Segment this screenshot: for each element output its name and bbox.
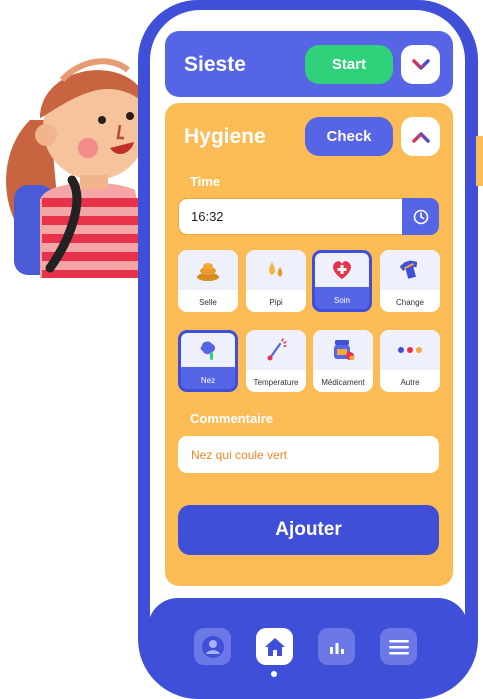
tile-nez[interactable]: Nez — [178, 330, 238, 392]
home-icon — [264, 637, 285, 656]
drops-icon — [269, 262, 283, 277]
chevron-up-icon — [411, 131, 430, 143]
tile-medicament[interactable]: Médicament — [313, 330, 373, 392]
tile-label: Temperature — [253, 378, 299, 387]
time-value: 16:32 — [191, 209, 224, 224]
tile-label: Change — [395, 298, 425, 307]
nav-stats[interactable] — [318, 628, 355, 665]
nav-profile[interactable] — [194, 628, 231, 665]
tile-selle[interactable]: Selle — [178, 250, 238, 312]
shirt-icon — [399, 260, 418, 279]
heart-cross-icon — [333, 261, 351, 279]
comment-value: Nez qui coule vert — [191, 447, 288, 462]
active-indicator — [271, 671, 277, 677]
tile-label: Nez — [200, 376, 216, 385]
start-button[interactable]: Start — [305, 45, 393, 84]
tile-change[interactable]: Change — [380, 250, 440, 312]
time-input[interactable]: 16:32 — [178, 198, 438, 235]
tile-temperature[interactable]: Temperature — [246, 330, 306, 392]
tile-label: Soin — [333, 296, 350, 305]
tile-soin[interactable]: Soin — [312, 250, 372, 312]
chevron-down-icon — [411, 58, 430, 70]
clock-icon — [413, 209, 428, 224]
check-button[interactable]: Check — [305, 117, 393, 156]
hygiene-title: Hygiene — [184, 125, 266, 148]
side-tab — [476, 136, 483, 186]
tile-label: Pipi — [269, 298, 283, 307]
medicine-jar-icon — [334, 340, 355, 361]
expand-sieste-button[interactable] — [401, 45, 440, 84]
dots-icon — [398, 347, 422, 353]
nav-home[interactable] — [256, 628, 293, 665]
nav-menu[interactable] — [380, 628, 417, 665]
tile-label: Autre — [400, 378, 420, 387]
stats-icon — [329, 642, 344, 654]
tile-autre[interactable]: Autre — [380, 330, 440, 392]
tile-label: Selle — [199, 298, 217, 307]
poop-icon — [197, 263, 219, 281]
sieste-title: Sieste — [184, 53, 246, 76]
nose-icon — [200, 341, 215, 360]
collapse-hygiene-button[interactable] — [401, 117, 440, 156]
tile-pipi[interactable]: Pipi — [246, 250, 306, 312]
tile-label: Médicament — [321, 378, 365, 387]
add-button[interactable]: Ajouter — [178, 505, 439, 555]
comment-input[interactable]: Nez qui coule vert — [178, 436, 439, 473]
menu-icon — [388, 639, 409, 654]
thermometer-icon — [267, 338, 287, 361]
time-label: Time — [190, 174, 221, 189]
time-picker-button[interactable] — [402, 198, 439, 235]
profile-icon — [201, 635, 224, 658]
comment-label: Commentaire — [190, 411, 274, 426]
